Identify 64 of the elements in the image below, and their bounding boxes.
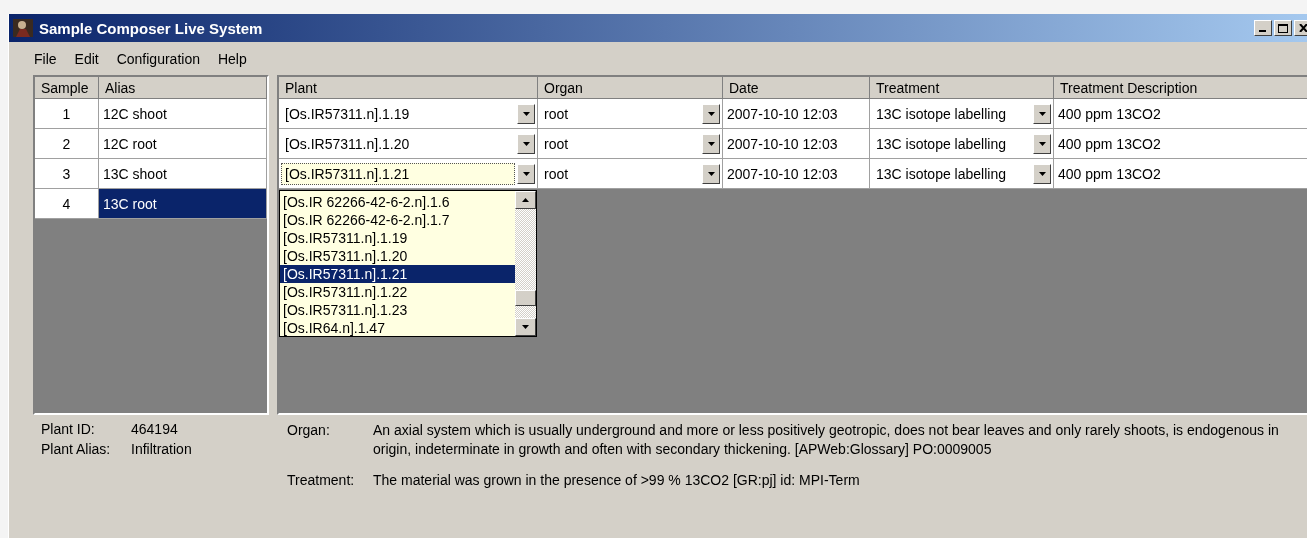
scroll-down-button[interactable]: [515, 318, 536, 336]
app-icon: [13, 19, 33, 37]
field-label: Plant ID:: [41, 421, 96, 437]
down-arrow-icon: [707, 111, 715, 116]
dropdown-button[interactable]: [702, 103, 720, 124]
table-cell: 400 ppm 13CO2: [1054, 129, 1307, 158]
table-cell[interactable]: 12C root: [99, 129, 267, 158]
combo-field[interactable]: [Os.IR57311.n].1.21: [281, 162, 515, 185]
list-item[interactable]: [Os.IR 62266-42-6-2.n].1.6: [280, 193, 515, 211]
down-arrow-icon: [522, 325, 529, 329]
table-cell[interactable]: 13C shoot: [99, 159, 267, 188]
close-button[interactable]: [1294, 20, 1307, 36]
list-item[interactable]: [Os.IR57311.n].1.23: [280, 301, 515, 319]
list-item[interactable]: [Os.IR57311.n].1.22: [280, 283, 515, 301]
scroll-up-button[interactable]: [515, 191, 536, 209]
menu-item[interactable]: Edit: [65, 50, 108, 67]
table-cell[interactable]: 12C shoot: [99, 99, 267, 128]
dropdown-button[interactable]: [1033, 133, 1051, 154]
maximize-button[interactable]: [1274, 20, 1292, 36]
down-arrow-icon: [1038, 141, 1046, 146]
table-cell[interactable]: 13C root: [99, 189, 267, 218]
row-number: 1: [35, 99, 99, 128]
down-arrow-icon: [522, 141, 530, 146]
list-item[interactable]: [Os.IR57311.n].1.20: [280, 247, 515, 265]
list-item[interactable]: [Os.IR 62266-42-6-2.n].1.7: [280, 211, 515, 229]
close-icon: [1298, 24, 1307, 32]
down-arrow-icon: [1038, 171, 1046, 176]
table-cell: 400 ppm 13CO2: [1054, 99, 1307, 128]
table-cell: 2007-10-10 12:03: [723, 129, 870, 158]
window-title: Sample Composer Live System: [39, 19, 264, 37]
minimize-button[interactable]: [1254, 20, 1272, 36]
menu-item[interactable]: File: [25, 50, 66, 67]
dropdown-button[interactable]: [702, 163, 720, 184]
dropdown-button[interactable]: [1033, 103, 1051, 124]
field-value: Infiltration: [131, 441, 193, 457]
scrollbar-thumb[interactable]: [515, 290, 536, 306]
down-arrow-icon: [522, 171, 530, 176]
menu-item[interactable]: Configuration: [107, 50, 209, 67]
field-label: Organ:: [287, 421, 331, 440]
down-arrow-icon: [522, 111, 530, 116]
dropdown-button[interactable]: [517, 103, 535, 124]
dropdown-button[interactable]: [517, 133, 535, 154]
down-arrow-icon: [707, 141, 715, 146]
maximize-icon: [1278, 23, 1288, 33]
table-cell: 400 ppm 13CO2: [1054, 159, 1307, 188]
menu-item[interactable]: Help: [208, 50, 256, 67]
description-text: The material was grown in the presence of >99 % 13CO2 [GR:pj] id: MPI-Term: [373, 471, 861, 490]
list-item[interactable]: [Os.IR57311.n].1.19: [280, 229, 515, 247]
up-arrow-icon: [522, 198, 529, 202]
table-cell: 2007-10-10 12:03: [723, 99, 870, 128]
row-number: 2: [35, 129, 99, 158]
field-value: 464194: [131, 421, 179, 437]
table-cell: 2007-10-10 12:03: [723, 159, 870, 188]
field-label: Treatment:: [287, 471, 356, 490]
down-arrow-icon: [1038, 111, 1046, 116]
down-arrow-icon: [707, 171, 715, 176]
dropdown-button[interactable]: [702, 133, 720, 154]
row-number: 3: [35, 159, 99, 188]
description-text: An axial system which is usually underground and more or less positively geotropic, does not bear leaves and only rarely shoots, is endogenous in origin, indeterminate in growth and often with secondary thickening. [APWeb:Glossary] PO:0009005: [373, 421, 1280, 459]
list-item[interactable]: [Os.IR57311.n].1.21: [280, 265, 515, 283]
dropdown-button[interactable]: [517, 163, 535, 184]
dropdown-button[interactable]: [1033, 163, 1051, 184]
field-label: Plant Alias:: [41, 441, 112, 457]
list-item[interactable]: [Os.IR64.n].1.47: [280, 319, 515, 337]
